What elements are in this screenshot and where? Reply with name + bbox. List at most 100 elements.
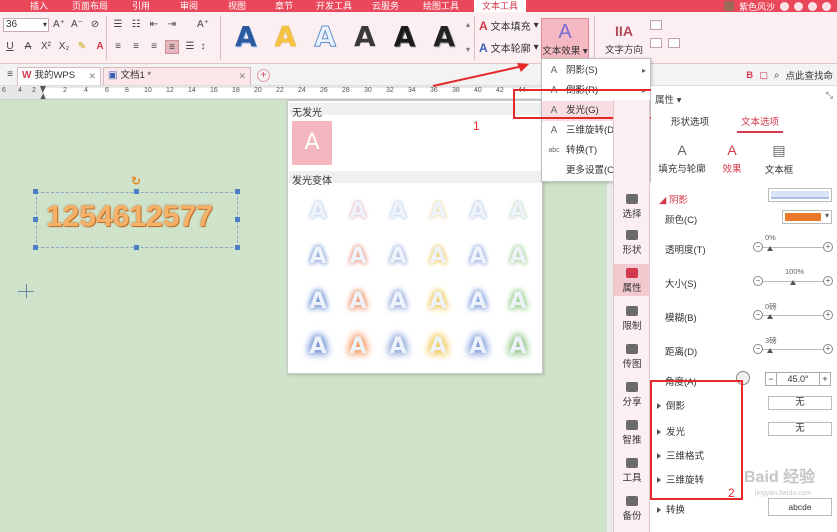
align-text-icon[interactable] — [650, 20, 662, 30]
help-icon[interactable] — [794, 1, 803, 11]
settings-icon[interactable] — [780, 1, 789, 11]
tab-shape-options[interactable]: 形状选项 — [671, 112, 709, 134]
shadow-color-select[interactable]: ▾ — [782, 210, 832, 224]
chevron-up-icon[interactable]: ▴ — [466, 20, 470, 29]
resize-handle[interactable] — [134, 245, 139, 250]
sidebar-item-backup[interactable]: 备份 — [614, 496, 650, 522]
tab-references[interactable]: 引用 — [132, 0, 150, 12]
glow-variant-option[interactable]: A — [378, 234, 418, 279]
document-word-art-text[interactable]: 1254612577 — [46, 200, 213, 234]
glow-variant-option[interactable]: A — [298, 279, 338, 324]
size-slider[interactable]: − + 100% — [753, 267, 833, 286]
glow-variant-option[interactable]: A — [418, 234, 458, 279]
share-icon[interactable]: ▢ — [759, 70, 768, 81]
sidebar-item-tools[interactable]: 工具 — [614, 458, 650, 484]
style-preset[interactable]: A — [226, 16, 266, 58]
glow-variant-option[interactable]: A — [418, 279, 458, 324]
menu-item-shadow[interactable]: A 阴影(S) ▸ — [542, 61, 650, 81]
minus-icon[interactable]: − — [753, 242, 763, 252]
subscript-icon[interactable]: X₂ — [57, 40, 71, 54]
clear-format-icon[interactable]: ⊘ — [88, 18, 102, 32]
tab-page-layout[interactable]: 页面布局 — [72, 0, 108, 12]
resize-handle[interactable] — [134, 189, 139, 194]
slider-knob[interactable] — [767, 348, 773, 353]
minus-icon[interactable]: − — [753, 310, 763, 320]
plus-icon[interactable]: + — [823, 276, 833, 286]
no-glow-option[interactable]: A — [292, 121, 332, 165]
sidebar-item-upload-image[interactable]: 传图 — [614, 344, 650, 370]
glow-variant-option[interactable]: A — [458, 324, 498, 369]
minimize-icon[interactable] — [808, 1, 817, 11]
tab-review[interactable]: 审阅 — [180, 0, 198, 12]
distribute-icon[interactable]: ☰ — [183, 40, 197, 54]
rotate-handle-icon[interactable]: ↻ — [131, 174, 141, 188]
minus-icon[interactable]: − — [765, 372, 777, 386]
line-spacing-icon[interactable]: ↕ — [196, 40, 210, 54]
character-style-icon[interactable]: A⁺ — [196, 18, 210, 32]
glow-variant-option[interactable]: A — [498, 279, 538, 324]
style-preset[interactable]: A — [385, 16, 425, 58]
minus-icon[interactable]: − — [753, 276, 763, 286]
sidebar-item-select[interactable]: 选择 — [614, 194, 650, 220]
indent-icon[interactable]: ⇥ — [165, 18, 179, 32]
shrink-font-icon[interactable]: A⁻ — [70, 18, 84, 32]
strikethrough-icon[interactable]: A — [21, 40, 35, 54]
align-left-icon[interactable]: ≡ — [111, 40, 125, 54]
tab-insert[interactable]: 插入 — [30, 0, 48, 12]
underline-icon[interactable]: U — [3, 40, 17, 54]
tab-text-options[interactable]: 文本选项 — [737, 112, 784, 134]
tab-cloud[interactable]: 云服务 — [372, 0, 399, 12]
glow-variant-option[interactable]: A — [458, 279, 498, 324]
glow-variant-option[interactable]: A — [378, 324, 418, 369]
wrap-text-icon[interactable] — [650, 38, 662, 48]
close-icon[interactable]: ✕ — [238, 68, 246, 84]
slider-knob[interactable] — [767, 246, 773, 251]
transparency-slider[interactable]: − + 0% — [753, 233, 833, 252]
highlight-icon[interactable]: ✎ — [75, 40, 89, 54]
avatar[interactable] — [723, 1, 734, 11]
style-preset[interactable]: A — [424, 16, 464, 58]
font-color-icon[interactable]: A — [93, 40, 107, 54]
baidu-icon[interactable]: B — [746, 70, 753, 81]
resize-handle[interactable] — [33, 189, 38, 194]
text-outline-button[interactable]: A 文本轮廓 ▾ — [479, 40, 539, 56]
doc-tab-my-wps[interactable]: W 我的WPS ✕ — [17, 67, 101, 85]
chevron-down-icon[interactable]: ▾ — [466, 45, 470, 54]
tab-developer[interactable]: 开发工具 — [316, 0, 352, 12]
sidebar-item-properties[interactable]: 属性 — [614, 264, 650, 296]
subtab-effect[interactable]: A 效果 — [717, 142, 747, 175]
tab-drawing-tools[interactable]: 绘图工具 — [423, 0, 459, 12]
font-size-select[interactable]: 36 ▾ — [3, 18, 49, 32]
search-icon[interactable]: ⌕ — [774, 70, 779, 81]
resize-handle[interactable] — [33, 245, 38, 250]
grow-font-icon[interactable]: A⁺ — [52, 18, 66, 32]
glow-variant-option[interactable]: A — [418, 324, 458, 369]
gallery-scroll[interactable]: ▴ ▾ — [464, 20, 472, 54]
tab-view[interactable]: 视图 — [228, 0, 246, 12]
glow-variant-option[interactable]: A — [338, 279, 378, 324]
outdent-icon[interactable]: ⇤ — [147, 18, 161, 32]
plus-icon[interactable]: + — [819, 372, 831, 386]
bring-forward-icon[interactable] — [668, 38, 680, 48]
text-fill-button[interactable]: A 文本填充 ▾ — [479, 18, 539, 34]
reflection-select[interactable]: 无 — [768, 396, 832, 410]
collapse-icon[interactable]: ⤡ — [826, 90, 833, 101]
glow-variant-option[interactable]: A — [378, 279, 418, 324]
glow-select[interactable]: 无 — [768, 422, 832, 436]
align-center-icon[interactable]: ≡ — [129, 40, 143, 54]
user-name[interactable]: 紫色风沙 — [739, 0, 775, 13]
plus-icon[interactable]: + — [823, 242, 833, 252]
resize-handle[interactable] — [235, 189, 240, 194]
align-right-icon[interactable]: ≡ — [147, 40, 161, 54]
glow-variant-option[interactable]: A — [418, 189, 458, 234]
tab-chapter[interactable]: 章节 — [275, 0, 293, 12]
glow-variant-option[interactable]: A — [338, 189, 378, 234]
panel-title[interactable]: 属性 ▾ — [655, 92, 681, 106]
tab-text-tools[interactable]: 文本工具 — [474, 0, 527, 12]
glow-variant-option[interactable]: A — [498, 189, 538, 234]
doc-tab-document1[interactable]: ▣ 文档1 * ✕ — [103, 67, 251, 85]
sidebar-item-share[interactable]: 分享 — [614, 382, 650, 408]
subtab-fill-outline[interactable]: A 填充与轮廓 — [657, 142, 707, 175]
new-tab-button[interactable]: + — [257, 69, 270, 82]
transform-section[interactable]: 转换 — [657, 502, 685, 516]
